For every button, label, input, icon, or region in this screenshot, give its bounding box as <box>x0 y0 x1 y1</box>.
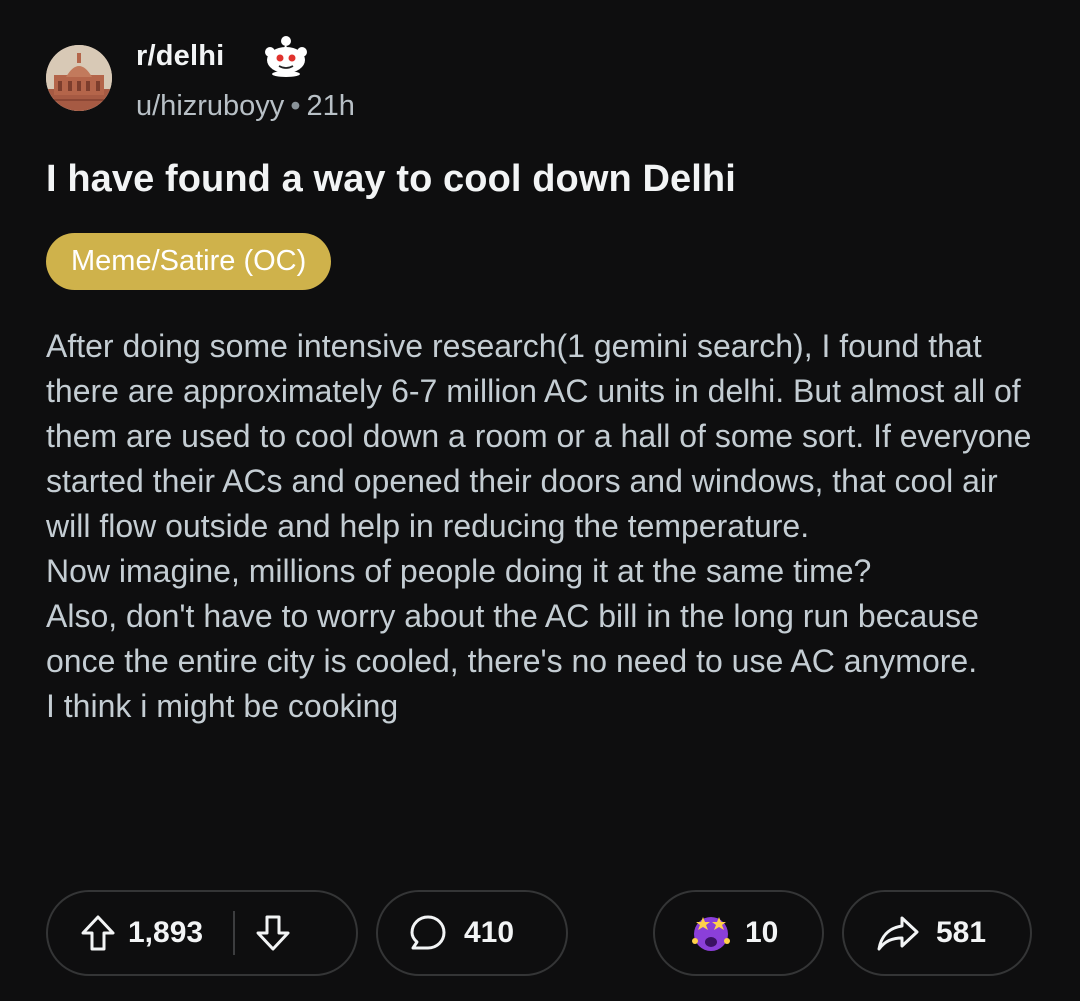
upvote-count: 1,893 <box>128 916 204 949</box>
upvote-icon[interactable] <box>80 914 116 952</box>
post-header: r/delhi u/hizruboyy • 21h <box>46 36 646 123</box>
post-meta: u/hizruboyy • 21h <box>136 90 355 123</box>
share-count: 581 <box>936 916 987 949</box>
post-body: After doing some intensive research(1 ge… <box>46 324 1046 729</box>
body-paragraph: Also, don't have to worry about the AC b… <box>46 598 979 679</box>
award-icon <box>689 911 733 955</box>
post-actions-bar: 1,893 410 10 581 <box>46 890 1036 980</box>
comment-count: 410 <box>464 916 515 949</box>
post-title[interactable]: I have found a way to cool down Delhi <box>46 158 736 201</box>
post-flair[interactable]: Meme/Satire (OC) <box>46 233 332 290</box>
post-age: 21h <box>306 90 355 122</box>
subreddit-name[interactable]: r/delhi <box>136 40 224 73</box>
snoo-icon <box>260 28 312 80</box>
meta-separator: • <box>290 90 301 122</box>
downvote-icon[interactable] <box>255 914 291 952</box>
monument-icon <box>46 45 112 111</box>
award-count: 10 <box>745 916 779 949</box>
award-button[interactable]: 10 <box>653 890 824 976</box>
body-paragraph: After doing some intensive research(1 ge… <box>46 328 1032 544</box>
author-name[interactable]: u/hizruboyy <box>136 90 284 122</box>
subreddit-avatar[interactable] <box>46 45 112 111</box>
body-paragraph: Now imagine, millions of people doing it… <box>46 553 872 589</box>
share-button[interactable]: 581 <box>842 890 1032 976</box>
body-paragraph: I think i might be cooking <box>46 688 399 724</box>
vote-divider <box>233 911 236 955</box>
comment-icon <box>408 913 448 953</box>
comments-button[interactable]: 410 <box>376 890 568 976</box>
vote-pill: 1,893 <box>46 890 358 976</box>
share-icon <box>876 914 920 952</box>
